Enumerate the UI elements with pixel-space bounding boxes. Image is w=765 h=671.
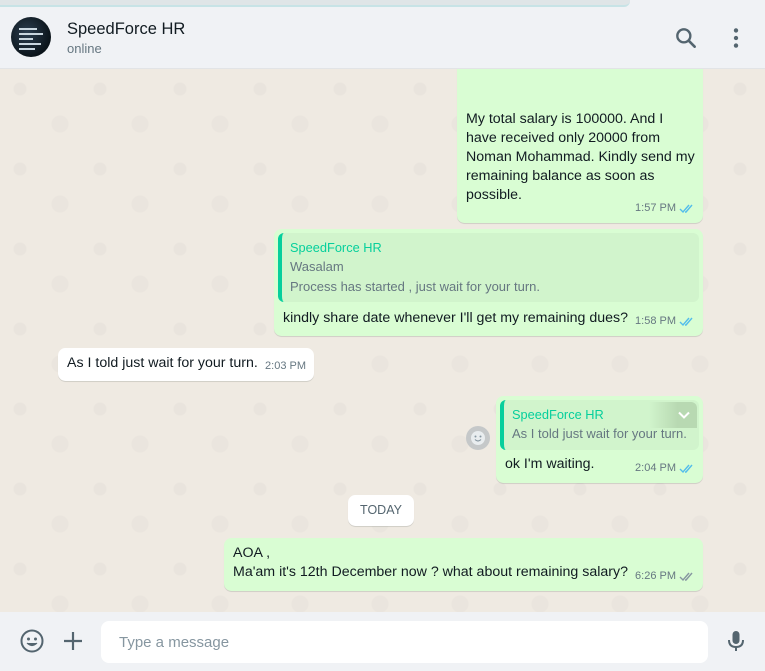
- smiley-icon: [471, 431, 485, 445]
- message-input[interactable]: [101, 621, 708, 663]
- message-time: 1:58 PM: [635, 315, 676, 327]
- message-outgoing[interactable]: SpeedForce HR Wasalam Process has starte…: [274, 229, 703, 336]
- read-ticks-icon: [679, 204, 693, 214]
- quoted-text-line: Process has started , just wait for your…: [290, 279, 540, 294]
- message-outgoing[interactable]: AOA , Ma'am it's 12th December now ? wha…: [224, 538, 703, 591]
- message-text-line: have received only 20000 from: [466, 130, 661, 146]
- attach-plus-icon[interactable]: [60, 628, 86, 654]
- browser-tab-strip: [0, 0, 630, 7]
- chat-header: SpeedForce HR online: [0, 8, 765, 69]
- message-meta: 2:04 PM: [635, 459, 695, 478]
- compose-footer: [0, 612, 765, 671]
- contact-name[interactable]: SpeedForce HR: [67, 20, 185, 39]
- message-meta: 6:26 PM: [635, 567, 695, 586]
- message-text: ok I'm waiting.: [505, 456, 595, 472]
- window-top-strip: [0, 0, 765, 8]
- message-options-area[interactable]: [649, 402, 697, 428]
- day-separator: TODAY: [348, 495, 414, 526]
- message-text-line: My total salary is 100000. And I: [466, 111, 664, 127]
- message-text-line: remaining balance as soon as: [466, 168, 655, 184]
- emoji-icon[interactable]: [19, 628, 45, 654]
- message-time: 6:26 PM: [635, 570, 676, 582]
- message-outgoing[interactable]: SpeedForce HR As I told just wait for yo…: [496, 396, 703, 483]
- quoted-message[interactable]: SpeedForce HR Wasalam Process has starte…: [278, 233, 699, 302]
- message-meta: 1:57 PM: [635, 199, 695, 218]
- quoted-text-line: Wasalam: [290, 259, 344, 274]
- contact-status: online: [67, 41, 102, 56]
- search-icon[interactable]: [673, 25, 699, 51]
- message-time: 1:57 PM: [635, 202, 676, 214]
- message-time: 2:03 PM: [265, 360, 306, 372]
- message-outgoing[interactable]: My total salary is 100000. And I have re…: [457, 69, 703, 223]
- message-incoming[interactable]: As I told just wait for your turn. 2:03 …: [58, 348, 314, 381]
- chat-messages-pane[interactable]: My total salary is 100000. And I have re…: [0, 69, 765, 612]
- message-meta: 2:03 PM: [265, 357, 306, 376]
- menu-dots-icon[interactable]: [723, 25, 749, 51]
- contact-avatar[interactable]: [11, 17, 51, 57]
- read-ticks-icon: [679, 317, 693, 327]
- message-time: 2:04 PM: [635, 462, 676, 474]
- delivered-ticks-icon: [679, 572, 693, 582]
- microphone-icon[interactable]: [723, 628, 749, 654]
- message-text: kindly share date whenever I'll get my r…: [283, 310, 628, 326]
- message-text-line: Ma'am it's 12th December now ? what abou…: [233, 564, 628, 580]
- message-text: As I told just wait for your turn.: [67, 355, 258, 371]
- message-meta: 1:58 PM: [635, 312, 695, 331]
- message-text-line: AOA ,: [233, 545, 271, 561]
- read-ticks-icon: [679, 464, 693, 474]
- message-text-line: Noman Mohammad. Kindly send my: [466, 149, 695, 165]
- quoted-author: SpeedForce HR: [290, 240, 382, 255]
- reaction-emoji-button[interactable]: [466, 426, 490, 450]
- quoted-message[interactable]: SpeedForce HR As I told just wait for yo…: [500, 400, 699, 450]
- chevron-down-icon[interactable]: [677, 408, 691, 422]
